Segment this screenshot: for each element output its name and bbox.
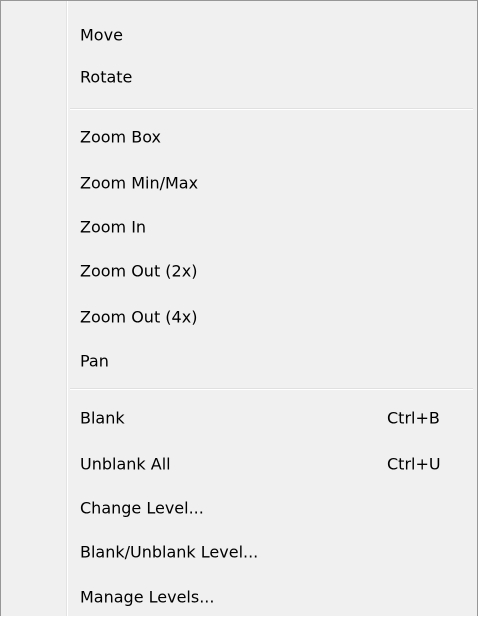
menu-item-blank-unblank-level[interactable]: Blank/Unblank Level...	[1, 530, 477, 574]
menu-item-blank[interactable]: Blank Ctrl+B	[1, 396, 477, 440]
menu-item-label: Manage Levels...	[80, 587, 215, 607]
menu-item-label: Zoom Min/Max	[80, 173, 199, 193]
menu-item-label: Rotate	[80, 67, 133, 87]
menu-item-label: Change Level...	[80, 498, 204, 518]
menu-item-rotate[interactable]: Rotate	[1, 55, 477, 99]
menu-item-label: Zoom Box	[80, 127, 161, 147]
menu-separator	[70, 108, 473, 110]
menu-item-zoom-out-4x[interactable]: Zoom Out (4x)	[1, 295, 477, 339]
menu-item-label: Unblank All	[80, 454, 171, 474]
menu-item-change-level[interactable]: Change Level...	[1, 486, 477, 530]
menu-item-unblank-all[interactable]: Unblank All Ctrl+U	[1, 442, 477, 486]
menu-item-manage-levels[interactable]: Manage Levels...	[1, 575, 477, 619]
menu-item-label: Move	[80, 25, 123, 45]
menu-item-label: Blank/Unblank Level...	[80, 542, 259, 562]
menu-separator	[70, 388, 473, 390]
menu-item-label: Pan	[80, 351, 109, 371]
menu-item-label: Zoom Out (2x)	[80, 261, 198, 281]
menu-item-shortcut: Ctrl+B	[387, 408, 440, 428]
menu-item-zoom-min-max[interactable]: Zoom Min/Max	[1, 161, 477, 205]
menu-item-label: Blank	[80, 408, 125, 428]
menu-item-shortcut: Ctrl+U	[387, 454, 441, 474]
menu-item-label: Zoom Out (4x)	[80, 307, 198, 327]
menu-item-label: Zoom In	[80, 217, 147, 237]
menu-item-zoom-in[interactable]: Zoom In	[1, 205, 477, 249]
context-menu: Move Rotate Zoom Box Zoom Min/Max Zoom I…	[0, 0, 478, 616]
menu-item-zoom-out-2x[interactable]: Zoom Out (2x)	[1, 249, 477, 293]
menu-item-zoom-box[interactable]: Zoom Box	[1, 115, 477, 159]
menu-item-pan[interactable]: Pan	[1, 339, 477, 383]
menu-item-move[interactable]: Move	[1, 13, 477, 57]
